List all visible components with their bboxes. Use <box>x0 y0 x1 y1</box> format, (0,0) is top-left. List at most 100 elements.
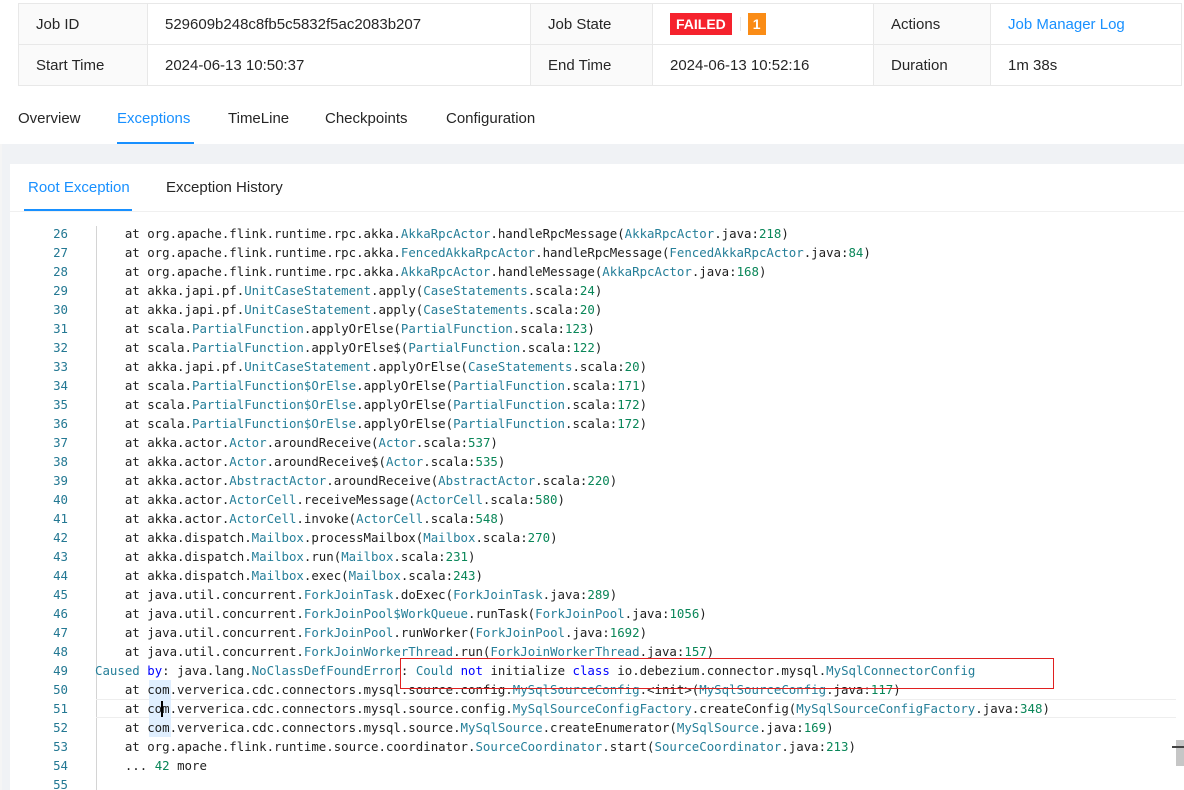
error-highlight-box <box>400 658 1054 689</box>
code-token: .applyOrElse$( <box>303 340 409 355</box>
code-line: 47 at java.util.concurrent.ForkJoinPool.… <box>10 623 1184 642</box>
line-number: 44 <box>53 568 68 583</box>
code-token: .java: <box>624 606 670 621</box>
tab-exceptions[interactable]: Exceptions <box>117 110 190 127</box>
code-token: at org.apache.flink.runtime.rpc.akka. <box>95 245 401 260</box>
tab-exception-history[interactable]: Exception History <box>166 179 283 196</box>
line-number: 36 <box>53 416 68 431</box>
line-code: at com.ververica.cdc.connectors.mysql.so… <box>95 699 1050 718</box>
code-token: .aroundReceive$( <box>266 454 386 469</box>
code-token: AkkaRpcActor <box>602 264 692 279</box>
start-time-label: Start Time <box>18 44 148 86</box>
tab-configuration[interactable]: Configuration <box>446 110 535 127</box>
code-line: 42 at akka.dispatch.Mailbox.processMailb… <box>10 528 1184 547</box>
code-token: ForkJoinWorkerThread <box>490 644 640 659</box>
code-token: at org.apache.flink.runtime.rpc.akka. <box>95 226 401 241</box>
tab-checkpoints[interactable]: Checkpoints <box>325 110 408 127</box>
code-token: 20 <box>624 359 640 374</box>
code-token: .scala: <box>400 568 454 583</box>
line-number: 31 <box>53 321 68 336</box>
code-token: PartialFunction <box>453 397 565 412</box>
line-code: at java.util.concurrent.ForkJoinTask.doE… <box>95 585 617 604</box>
code-token: PartialFunction$OrElse <box>191 397 357 412</box>
editor-scrollbar-thumb[interactable] <box>1176 740 1184 766</box>
code-line: 28 at org.apache.flink.runtime.rpc.akka.… <box>10 262 1184 281</box>
code-token: UnitCaseStatement <box>244 359 372 374</box>
code-token: ) <box>639 359 648 374</box>
line-number: 33 <box>53 359 68 374</box>
tab-root-exception[interactable]: Root Exception <box>28 179 130 196</box>
code-token: Mailbox <box>251 568 304 583</box>
code-token: at scala. <box>95 340 192 355</box>
code-token: at java.util.concurrent. <box>95 606 304 621</box>
code-token: .invoke( <box>296 511 357 526</box>
code-token: .java: <box>565 625 610 640</box>
code-token: at akka.japi.pf. <box>95 359 245 374</box>
line-code: at akka.actor.Actor.aroundReceive$(Actor… <box>95 452 506 471</box>
code-token: 42 <box>154 758 170 773</box>
code-token: .apply( <box>371 302 424 317</box>
line-number: 38 <box>53 454 68 469</box>
code-token: .java: <box>691 264 737 279</box>
code-token: at akka.actor. <box>95 511 230 526</box>
code-token: ForkJoinWorkerThread <box>303 644 454 659</box>
code-token: .scala: <box>393 549 446 564</box>
code-token: UnitCaseStatement <box>244 302 372 317</box>
code-token: CaseStatements <box>423 283 528 298</box>
line-code: at java.util.concurrent.ForkJoinPool.run… <box>95 623 647 642</box>
code-token: at org.apache.flink.runtime.source.coord… <box>95 739 476 754</box>
code-token: .java: <box>714 226 759 241</box>
code-token: ) <box>557 492 565 507</box>
code-token: ) <box>609 473 618 488</box>
code-token: at org.apache.flink.runtime.rpc.akka. <box>95 264 401 279</box>
line-number: 34 <box>53 378 68 393</box>
code-token: ForkJoinPool <box>303 625 394 640</box>
job-info-row-1: Job ID 529609b248c8fb5c5832f5ac2083b207 … <box>18 3 1182 45</box>
code-token: CaseStatements <box>468 359 573 374</box>
actions-label: Actions <box>873 3 991 45</box>
code-token: ActorCell <box>356 511 424 526</box>
code-token: 231 <box>445 549 469 564</box>
code-line: 29 at akka.japi.pf.UnitCaseStatement.app… <box>10 281 1184 300</box>
code-token: MySqlSourceConfigFactory <box>512 701 692 716</box>
code-token: .applyOrElse( <box>356 416 454 431</box>
line-number: 28 <box>53 264 68 279</box>
code-token: ) <box>758 264 767 279</box>
code-token: ) <box>609 587 618 602</box>
line-code: at akka.actor.AbstractActor.aroundReceiv… <box>95 471 617 490</box>
tab-timeline[interactable]: TimeLine <box>228 110 289 127</box>
job-manager-log-link[interactable]: Job Manager Log <box>1008 16 1125 33</box>
code-token: .scala: <box>535 473 588 488</box>
exception-code-editor[interactable]: 26 at org.apache.flink.runtime.rpc.akka.… <box>10 226 1184 790</box>
code-token: .applyOrElse( <box>356 397 454 412</box>
code-token: 168 <box>736 264 759 279</box>
code-token: CaseStatements <box>423 302 528 317</box>
code-token: .runTask( <box>468 606 536 621</box>
code-line: 55 <box>10 775 1184 790</box>
line-number: 51 <box>53 701 68 716</box>
active-subtab-indicator <box>24 209 132 211</box>
code-token: .run( <box>453 644 491 659</box>
code-token: ) <box>826 720 834 735</box>
exceptions-card: Root Exception Exception History 26 at o… <box>10 164 1184 790</box>
line-code: at akka.dispatch.Mailbox.exec(Mailbox.sc… <box>95 566 483 585</box>
job-state-label: Job State <box>530 3 653 45</box>
code-token: .applyOrElse( <box>303 321 401 336</box>
code-line: 38 at akka.actor.Actor.aroundReceive$(Ac… <box>10 452 1184 471</box>
line-number: 41 <box>53 511 68 526</box>
code-token: .processMailbox( <box>303 530 424 545</box>
code-line: 40 at akka.actor.ActorCell.receiveMessag… <box>10 490 1184 509</box>
code-token: 537 <box>468 435 491 450</box>
code-token: at scala. <box>95 378 192 393</box>
code-token: .applyOrElse( <box>356 378 454 393</box>
line-code: at akka.actor.ActorCell.invoke(ActorCell… <box>95 509 506 528</box>
code-token: Caused <box>95 663 140 678</box>
line-code: at akka.japi.pf.UnitCaseStatement.apply(… <box>95 300 602 319</box>
code-token: PartialFunction <box>191 321 304 336</box>
line-code: at org.apache.flink.runtime.rpc.akka. Akk… <box>95 262 767 281</box>
code-line: 33 at akka.japi.pf.UnitCaseStatement.app… <box>10 357 1184 376</box>
code-token: SourceCoordinator <box>654 739 782 754</box>
code-token: MySqlSource <box>460 720 543 735</box>
tab-overview[interactable]: Overview <box>18 110 81 127</box>
code-token: 172 <box>617 416 640 431</box>
